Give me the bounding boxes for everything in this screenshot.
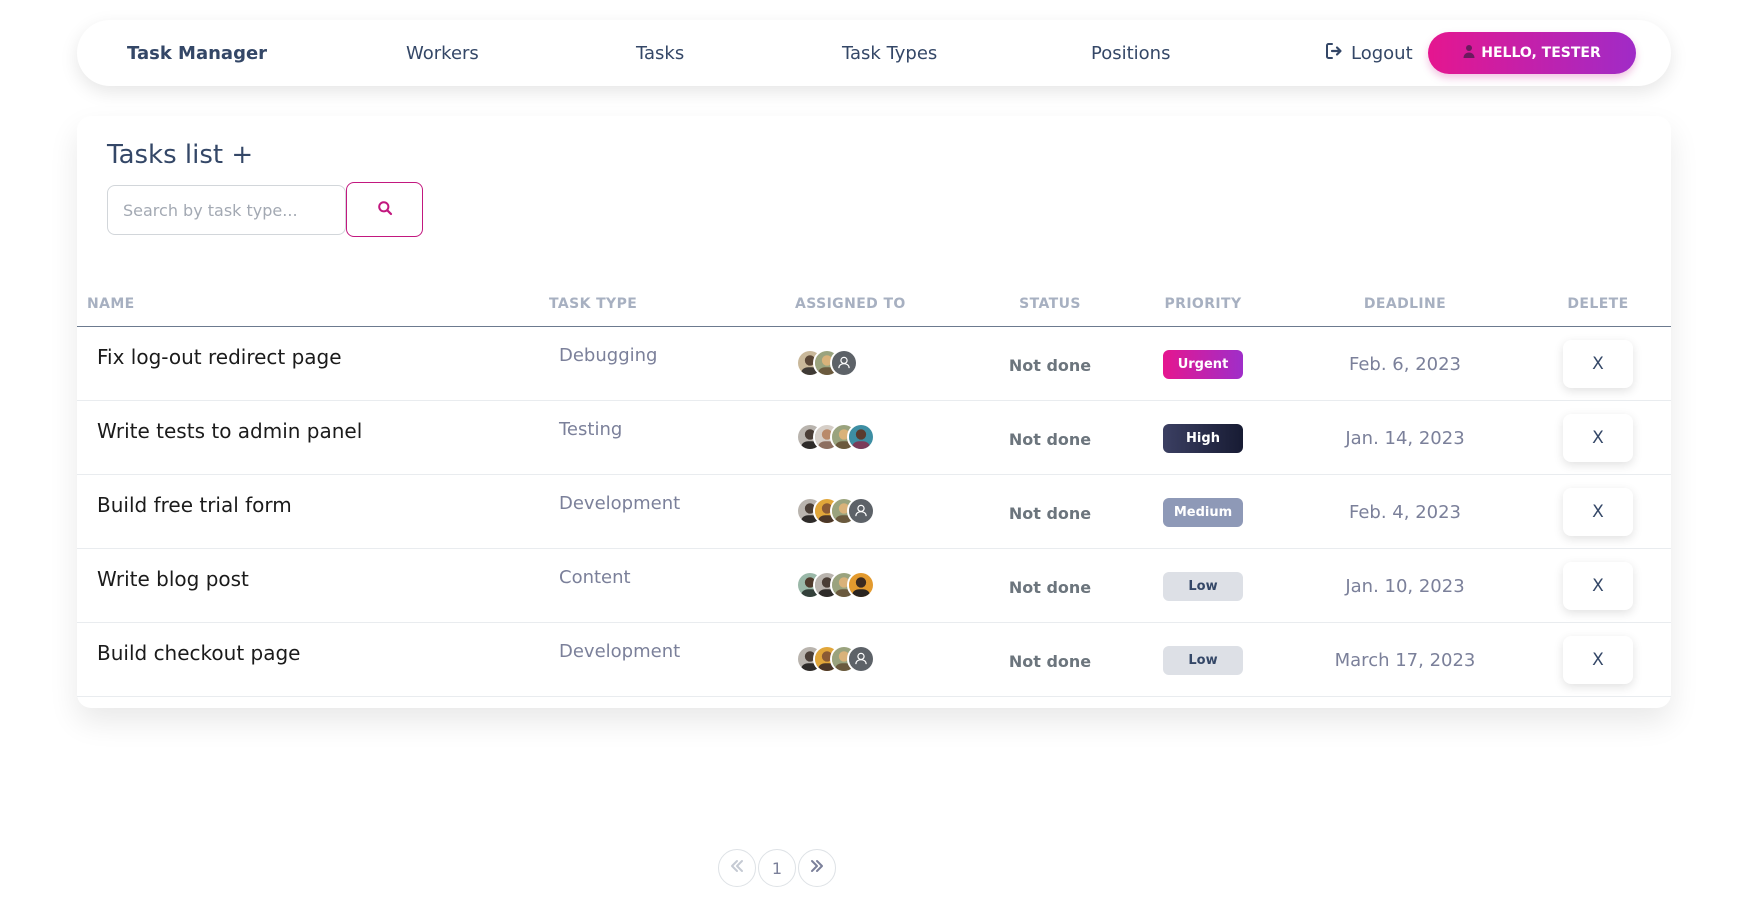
- user-icon: [1463, 44, 1475, 62]
- assignee-avatars: [796, 497, 875, 525]
- deadline-text: Feb. 4, 2023: [1348, 502, 1462, 523]
- deadline-text: March 17, 2023: [1334, 650, 1476, 671]
- task-name[interactable]: Write tests to admin panel: [97, 419, 362, 443]
- delete-button[interactable]: X: [1563, 414, 1633, 462]
- avatar-placeholder[interactable]: [847, 645, 875, 673]
- table-row: Build free trial form Development Not do…: [77, 475, 1671, 549]
- deadline-text: Jan. 10, 2023: [1345, 576, 1465, 597]
- column-header-deadline: DEADLINE: [1363, 296, 1447, 312]
- priority-badge: Medium: [1163, 498, 1243, 527]
- status-text: Not done: [1008, 652, 1092, 671]
- column-header-task-type: TASK TYPE: [549, 296, 638, 312]
- column-header-status: STATUS: [1019, 296, 1081, 312]
- column-header-delete: DELETE: [1567, 296, 1629, 312]
- task-name[interactable]: Fix log-out redirect page: [97, 345, 342, 369]
- double-chevron-right-icon: [809, 858, 825, 878]
- avatar-placeholder[interactable]: [847, 497, 875, 525]
- brand-link[interactable]: Task Manager: [127, 20, 267, 86]
- assignee-avatars: [796, 349, 858, 377]
- table-row: Build checkout page Development Not done…: [77, 623, 1671, 697]
- status-text: Not done: [1008, 356, 1092, 375]
- priority-badge: High: [1163, 424, 1243, 453]
- avatar-placeholder[interactable]: [830, 349, 858, 377]
- nav-link-workers[interactable]: Workers: [406, 20, 479, 86]
- assignee-avatars: [796, 571, 875, 599]
- search-input[interactable]: [107, 185, 346, 235]
- nav-link-tasks[interactable]: Tasks: [636, 20, 684, 86]
- task-name[interactable]: Build checkout page: [97, 641, 300, 665]
- user-greeting-button[interactable]: HELLO, TESTER: [1428, 32, 1636, 74]
- delete-button[interactable]: X: [1563, 636, 1633, 684]
- column-header-name: NAME: [87, 296, 135, 312]
- deadline-text: Feb. 6, 2023: [1348, 354, 1462, 375]
- double-chevron-left-icon: [729, 858, 745, 878]
- table-row: Write blog post Content Not done Low Jan…: [77, 549, 1671, 623]
- table-row: Fix log-out redirect page Debugging Not …: [77, 327, 1671, 401]
- table-row: Write tests to admin panel Testing Not d…: [77, 401, 1671, 475]
- delete-button[interactable]: X: [1563, 488, 1633, 536]
- logout-link[interactable]: Logout: [1325, 20, 1413, 86]
- priority-badge: Urgent: [1163, 350, 1243, 379]
- task-type: Development: [559, 641, 681, 662]
- priority-badge: Low: [1163, 646, 1243, 675]
- search-button[interactable]: [346, 182, 423, 237]
- priority-badge: Low: [1163, 572, 1243, 601]
- nav-link-task-types[interactable]: Task Types: [842, 20, 937, 86]
- status-text: Not done: [1008, 430, 1092, 449]
- user-greeting-label: HELLO, TESTER: [1481, 45, 1601, 61]
- avatar[interactable]: [847, 571, 875, 599]
- tasks-card: Tasks list + NAME TASK TYPE ASSIGNED TO …: [77, 116, 1671, 708]
- first-page-button[interactable]: [718, 849, 756, 887]
- task-name[interactable]: Build free trial form: [97, 493, 292, 517]
- task-name[interactable]: Write blog post: [97, 567, 249, 591]
- assignee-avatars: [796, 645, 875, 673]
- avatar[interactable]: [847, 423, 875, 451]
- task-type: Debugging: [559, 345, 658, 366]
- search-icon: [377, 200, 393, 220]
- pagination: 1: [718, 849, 836, 887]
- delete-button[interactable]: X: [1563, 562, 1633, 610]
- task-type: Development: [559, 493, 681, 514]
- task-type: Testing: [559, 419, 623, 440]
- logout-icon: [1325, 42, 1343, 65]
- status-text: Not done: [1008, 504, 1092, 523]
- task-type: Content: [559, 567, 631, 588]
- page-title: Tasks list +: [107, 140, 253, 170]
- logout-label: Logout: [1351, 42, 1413, 64]
- next-page-button[interactable]: [798, 849, 836, 887]
- delete-button[interactable]: X: [1563, 340, 1633, 388]
- assignee-avatars: [796, 423, 875, 451]
- page-number-button[interactable]: 1: [758, 849, 796, 887]
- add-task-link[interactable]: +: [231, 140, 253, 170]
- nav-link-positions[interactable]: Positions: [1091, 20, 1170, 86]
- column-header-priority: PRIORITY: [1164, 296, 1242, 312]
- navbar: Task Manager Workers Tasks Task Types Po…: [77, 20, 1671, 86]
- column-header-assigned-to: ASSIGNED TO: [795, 296, 906, 312]
- table-header: NAME TASK TYPE ASSIGNED TO STATUS PRIORI…: [77, 284, 1671, 327]
- deadline-text: Jan. 14, 2023: [1345, 428, 1465, 449]
- status-text: Not done: [1008, 578, 1092, 597]
- page-title-text: Tasks list: [107, 140, 224, 170]
